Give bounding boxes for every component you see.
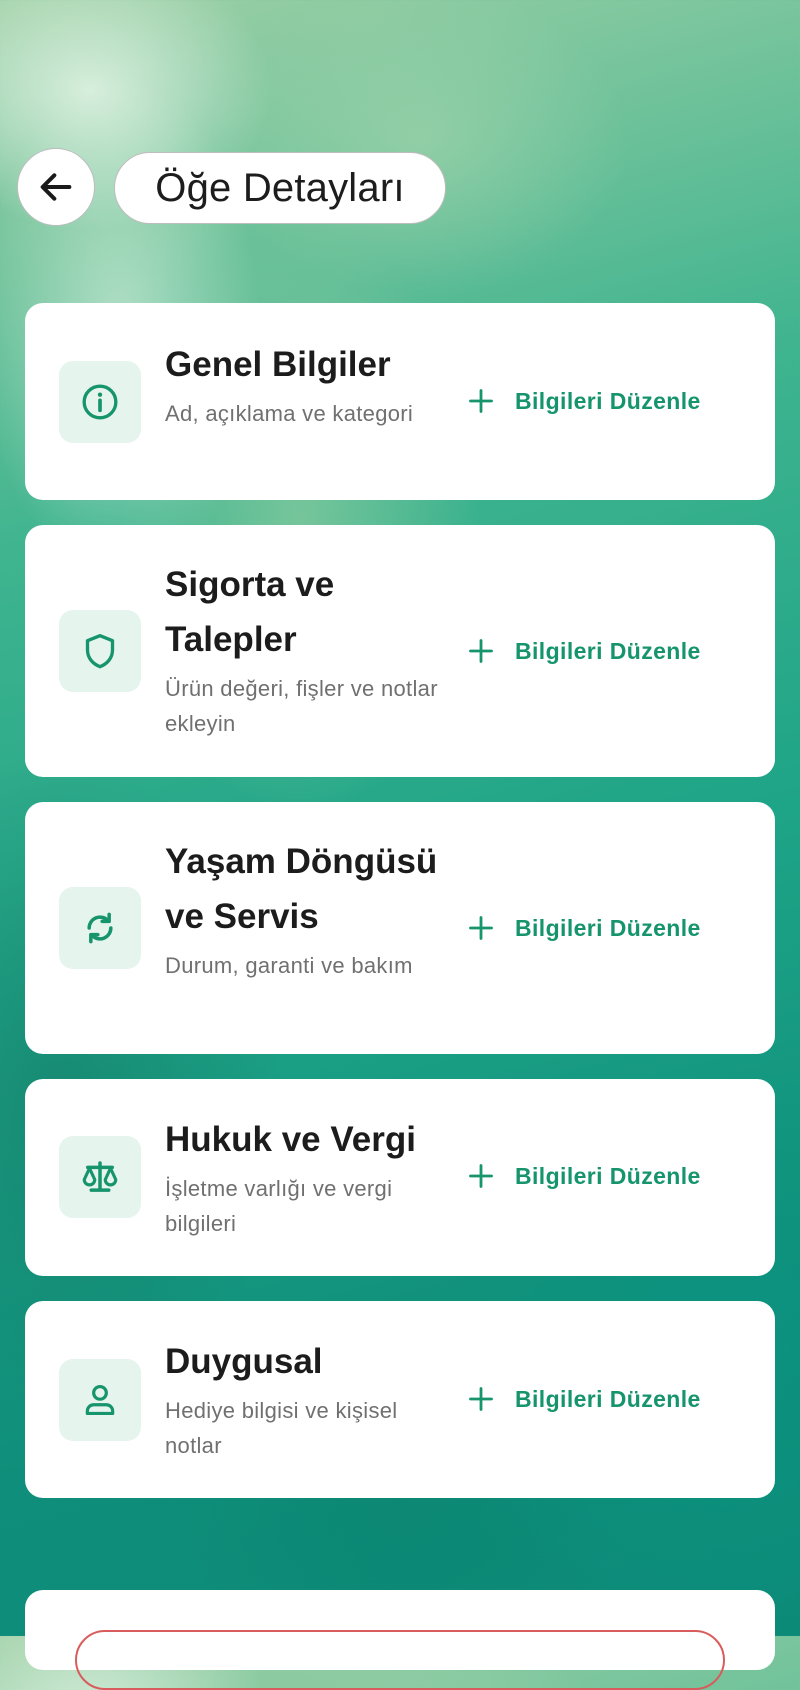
section-card-emotional[interactable]: Duygusal Hediye bilgisi ve kişisel notla… (25, 1301, 775, 1498)
plus-icon (469, 1164, 493, 1188)
edit-info-label: Bilgileri Düzenle (515, 1162, 701, 1189)
edit-info-label: Bilgileri Düzenle (515, 914, 701, 941)
danger-button[interactable] (75, 1630, 725, 1690)
plus-icon (469, 1387, 493, 1411)
edit-info-label: Bilgileri Düzenle (515, 1385, 701, 1412)
section-icon-box (59, 887, 141, 969)
section-card-lifecycle[interactable]: Yaşam Döngüsü ve Servis Durum, garanti v… (25, 802, 775, 1054)
section-subtitle: Ürün değeri, fişler ve notlar ekleyin (165, 676, 438, 736)
user-icon (85, 1384, 115, 1416)
section-text: Yaşam Döngüsü ve Servis Durum, garanti v… (165, 834, 455, 983)
section-card-legal[interactable]: Hukuk ve Vergi İşletme varlığı ve vergi … (25, 1079, 775, 1276)
section-subtitle: Durum, garanti ve bakım (165, 953, 413, 978)
page-title-pill: Öğe Detayları (114, 152, 446, 224)
edit-info-button[interactable]: Bilgileri Düzenle (467, 1156, 701, 1196)
arrow-left-icon (40, 173, 72, 201)
page-title: Öğe Detayları (155, 165, 405, 210)
plus-icon (469, 639, 493, 663)
edit-info-label: Bilgileri Düzenle (515, 387, 701, 414)
section-title: Genel Bilgiler (165, 345, 391, 384)
edit-info-label: Bilgileri Düzenle (515, 637, 701, 664)
section-card-general[interactable]: Genel Bilgiler Ad, açıklama ve kategori … (25, 303, 775, 500)
section-text: Genel Bilgiler Ad, açıklama ve kategori (165, 337, 440, 431)
section-subtitle: Ad, açıklama ve kategori (165, 401, 414, 426)
section-title: Sigorta ve Talepler (165, 565, 335, 659)
info-icon (82, 384, 118, 420)
edit-info-button[interactable]: Bilgileri Düzenle (467, 631, 701, 671)
section-text: Sigorta ve Talepler Ürün değeri, fişler … (165, 557, 440, 741)
section-icon-box (59, 1136, 141, 1218)
section-card-insurance[interactable]: Sigorta ve Talepler Ürün değeri, fişler … (25, 525, 775, 777)
shield-icon (85, 634, 115, 669)
section-title: Duygusal (165, 1342, 323, 1381)
top-bar: Öğe Detayları (0, 0, 800, 260)
section-icon-box (59, 361, 141, 443)
back-button[interactable] (17, 148, 95, 226)
section-icon-box (59, 610, 141, 692)
plus-icon (469, 389, 493, 413)
refresh-icon (87, 912, 113, 944)
edit-info-button[interactable]: Bilgileri Düzenle (467, 908, 701, 948)
section-title: Yaşam Döngüsü ve Servis (165, 842, 438, 936)
section-text: Duygusal Hediye bilgisi ve kişisel notla… (165, 1334, 455, 1463)
scale-icon (82, 1161, 118, 1192)
section-title: Hukuk ve Vergi (165, 1120, 416, 1159)
edit-info-button[interactable]: Bilgileri Düzenle (467, 1379, 701, 1419)
section-subtitle: İşletme varlığı ve vergi bilgileri (165, 1176, 393, 1236)
section-icon-box (59, 1359, 141, 1441)
section-text: Hukuk ve Vergi İşletme varlığı ve vergi … (165, 1112, 440, 1241)
section-subtitle: Hediye bilgisi ve kişisel notlar (165, 1398, 398, 1458)
bottom-action-card (25, 1590, 775, 1690)
edit-info-button[interactable]: Bilgileri Düzenle (467, 381, 701, 421)
plus-icon (469, 916, 493, 940)
